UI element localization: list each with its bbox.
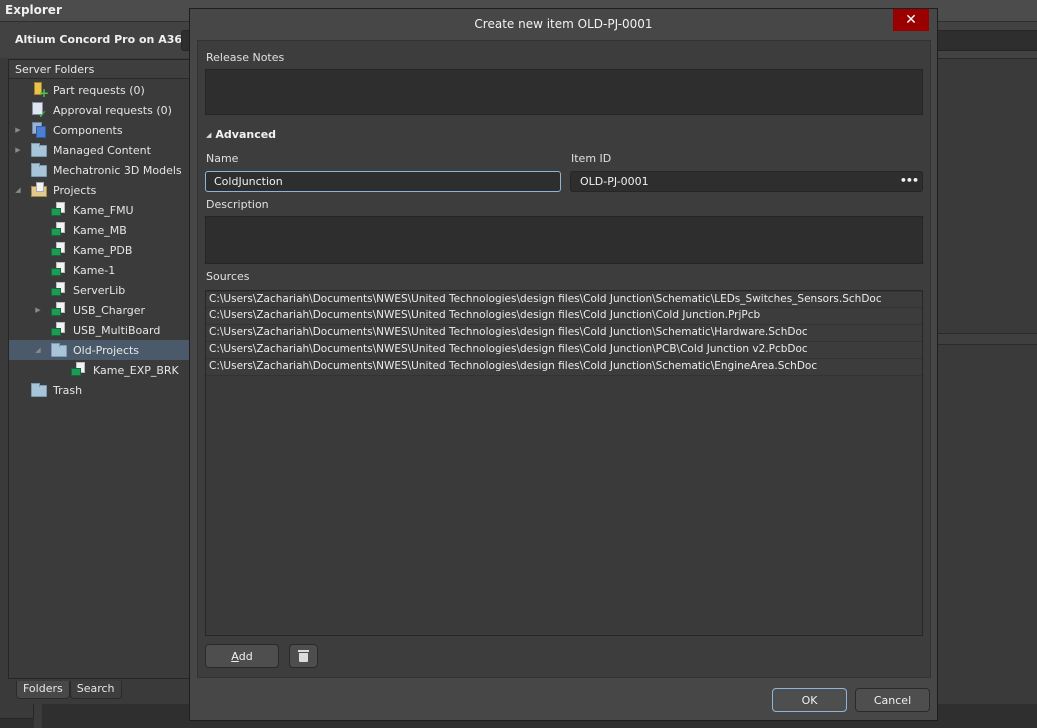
dialog-titlebar[interactable]: Create new item OLD-PJ-0001 ✕ xyxy=(190,9,937,39)
approval-request-icon: ✓ xyxy=(31,102,47,121)
tree-item[interactable]: Trash xyxy=(9,380,190,400)
server-selector[interactable]: Altium Concord Pro on A365▼ xyxy=(15,33,201,46)
folder-icon xyxy=(31,382,47,398)
advanced-toggle[interactable]: ◢ Advanced xyxy=(206,128,276,141)
expand-arrow-closed-icon[interactable]: ▶ xyxy=(33,306,43,314)
pcb-project-icon xyxy=(51,302,67,318)
tree-item-label: USB_Charger xyxy=(73,303,146,317)
explorer-title: Explorer xyxy=(5,3,62,17)
add-button[interactable]: Add xyxy=(205,644,279,668)
content-panel xyxy=(937,58,1037,346)
add-accelerator: A xyxy=(231,649,239,663)
sources-label: Sources xyxy=(206,270,250,283)
pcb-project-icon xyxy=(51,322,67,338)
triangle-expanded-icon: ◢ xyxy=(206,130,212,139)
pcb-project-icon xyxy=(51,202,67,218)
release-notes-label: Release Notes xyxy=(206,51,285,64)
source-row[interactable]: C:\Users\Zachariah\Documents\NWES\United… xyxy=(206,359,922,376)
tree-item-label: Kame_MB xyxy=(73,223,127,237)
tree-item-label: Part requests (0) xyxy=(53,83,145,97)
folder-icon xyxy=(31,142,47,158)
explorer-bottom-tabs: Folders Search xyxy=(16,681,122,699)
tree-item[interactable]: Kame_PDB xyxy=(9,240,190,260)
part-request-icon: + xyxy=(31,82,49,99)
source-row[interactable]: C:\Users\Zachariah\Documents\NWES\United… xyxy=(206,342,922,359)
tree-item[interactable]: Kame_MB xyxy=(9,220,190,240)
source-row[interactable]: C:\Users\Zachariah\Documents\NWES\United… xyxy=(206,308,922,325)
tree-item[interactable]: USB_MultiBoard xyxy=(9,320,190,340)
expand-arrow-open-icon[interactable]: ◢ xyxy=(13,186,23,194)
tree-item[interactable]: ◢ Projects xyxy=(9,180,190,200)
close-button[interactable]: ✕ xyxy=(893,9,929,31)
item-id-field[interactable]: OLD-PJ-0001 ••• xyxy=(570,171,923,192)
name-input[interactable] xyxy=(205,171,561,192)
pcb-project-icon xyxy=(71,362,87,378)
tree-item-label: ServerLib xyxy=(73,283,126,297)
trash-icon xyxy=(298,650,309,662)
tree-item[interactable]: ▶ Components xyxy=(9,120,190,140)
pcb-project-icon xyxy=(51,282,67,298)
tree-item-label: Kame_PDB xyxy=(73,243,133,257)
tree-item[interactable]: ◢ Old-Projects xyxy=(9,340,190,360)
create-item-dialog: Create new item OLD-PJ-0001 ✕ Release No… xyxy=(189,8,938,721)
close-icon: ✕ xyxy=(905,12,917,28)
tree-item-label: Trash xyxy=(53,383,83,397)
tree-item[interactable]: ✓ Approval requests (0) xyxy=(9,100,190,121)
tree-item[interactable]: Kame_FMU xyxy=(9,200,190,220)
description-field[interactable] xyxy=(205,216,923,264)
cancel-button[interactable]: Cancel xyxy=(855,688,930,712)
tree-item-label: Kame-1 xyxy=(73,263,116,277)
tree-item-label: Projects xyxy=(53,183,97,197)
tab-search[interactable]: Search xyxy=(69,681,122,699)
tree-item-label: Mechatronic 3D Models xyxy=(53,163,182,177)
explorer-bottom-divider xyxy=(34,704,42,728)
tree-item[interactable]: ServerLib xyxy=(9,280,190,300)
tree-item-label: Managed Content xyxy=(53,143,151,157)
tree-item[interactable]: + Part requests (0) xyxy=(9,80,190,100)
tree-item[interactable]: Kame-1 xyxy=(9,260,190,280)
expand-arrow-open-icon[interactable]: ◢ xyxy=(33,346,43,354)
tree-item-label: Components xyxy=(53,123,123,137)
description-label: Description xyxy=(206,198,269,211)
tree-item-label: Kame_FMU xyxy=(73,203,134,217)
advanced-label: Advanced xyxy=(215,128,277,141)
pcb-project-icon xyxy=(51,222,67,238)
components-icon xyxy=(31,122,47,138)
content-panel-divider xyxy=(937,333,1037,345)
tab-folders[interactable]: Folders xyxy=(16,681,70,699)
tree-item-label: Old-Projects xyxy=(73,343,140,357)
sources-list[interactable]: C:\Users\Zachariah\Documents\NWES\United… xyxy=(205,290,923,636)
expand-arrow-closed-icon[interactable]: ▶ xyxy=(13,146,23,154)
server-folders-panel: Server Folders + Part requests (0) ✓ Approv… xyxy=(8,59,190,679)
pcb-project-icon xyxy=(51,242,67,258)
tree-item[interactable]: Mechatronic 3D Models xyxy=(9,160,190,180)
tree-item[interactable]: Kame_EXP_BRK xyxy=(9,360,190,380)
projects-folder-icon xyxy=(31,182,47,198)
item-id-value: OLD-PJ-0001 xyxy=(580,175,649,188)
folder-icon xyxy=(51,342,67,358)
tree-item-label: Kame_EXP_BRK xyxy=(93,363,179,377)
release-notes-field[interactable] xyxy=(205,69,923,115)
explorer-bottom-box xyxy=(0,704,34,719)
toolbar-field-right xyxy=(937,30,1037,51)
tree-item[interactable]: ▶ Managed Content xyxy=(9,140,190,160)
pcb-project-icon xyxy=(51,262,67,278)
panel-header: Server Folders xyxy=(9,60,190,79)
name-label: Name xyxy=(206,152,239,165)
item-id-label: Item ID xyxy=(571,152,612,165)
tree-item-label: Approval requests (0) xyxy=(53,103,172,117)
expand-arrow-closed-icon[interactable]: ▶ xyxy=(13,126,23,134)
tree-item[interactable]: ▶ USB_Charger xyxy=(9,300,190,320)
source-row[interactable]: C:\Users\Zachariah\Documents\NWES\United… xyxy=(206,325,922,342)
dialog-title: Create new item OLD-PJ-0001 xyxy=(474,17,653,31)
tree-item-label: USB_MultiBoard xyxy=(73,323,161,337)
dialog-body: Release Notes ◢ Advanced Name Item ID OL… xyxy=(197,40,931,678)
server-name: Altium Concord Pro on A365 xyxy=(15,33,190,46)
ok-button[interactable]: OK xyxy=(772,688,847,712)
add-label: dd xyxy=(238,649,253,663)
source-row[interactable]: C:\Users\Zachariah\Documents\NWES\United… xyxy=(206,291,922,308)
more-options-icon[interactable]: ••• xyxy=(900,174,919,187)
folder-icon xyxy=(31,162,47,178)
delete-button[interactable] xyxy=(289,644,318,668)
